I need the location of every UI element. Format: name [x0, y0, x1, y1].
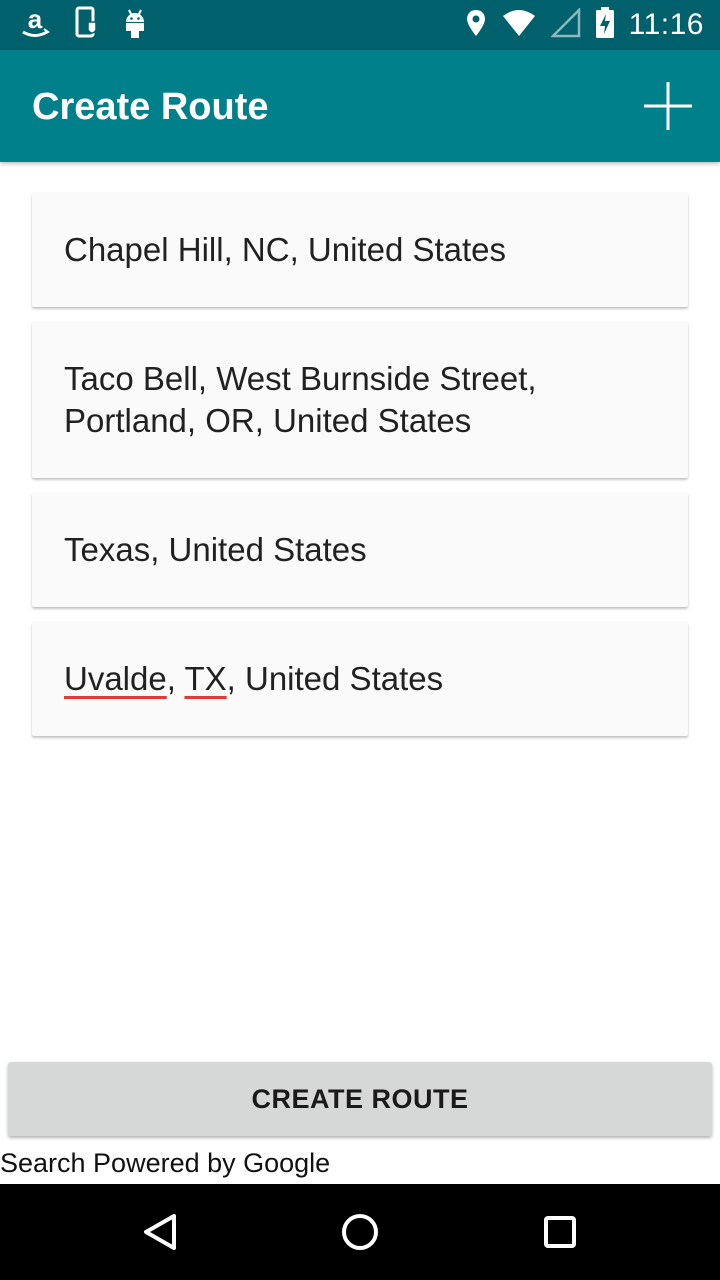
recents-icon: [544, 1216, 576, 1248]
clock: 11:16: [628, 8, 704, 41]
location-icon: [465, 8, 487, 43]
app-bar: Create Route: [0, 50, 720, 162]
home-button[interactable]: [336, 1208, 384, 1256]
spellcheck-word: Uvalde: [64, 660, 167, 697]
location-text: Taco Bell, West Burnside Street, Portlan…: [64, 358, 537, 442]
phone-shield-icon: [74, 6, 100, 45]
location-text-line: Taco Bell, West Burnside Street,: [64, 360, 537, 397]
location-list: Chapel Hill, NC, United States Taco Bell…: [32, 193, 688, 751]
location-text: Chapel Hill, NC, United States: [64, 231, 507, 268]
location-card[interactable]: Uvalde, TX, United States: [32, 622, 688, 736]
back-button[interactable]: [136, 1208, 184, 1256]
add-location-button[interactable]: [640, 78, 696, 134]
location-card[interactable]: Texas, United States: [32, 493, 688, 607]
battery-charging-icon: [595, 6, 615, 44]
location-text[interactable]: Uvalde, TX, United States: [64, 658, 443, 700]
add-icon: [644, 82, 692, 130]
wifi-icon: [501, 8, 537, 43]
spellcheck-word: TX: [184, 660, 227, 697]
signal-icon: [549, 6, 581, 43]
location-card[interactable]: Chapel Hill, NC, United States: [32, 193, 688, 307]
create-route-button[interactable]: CREATE ROUTE: [8, 1062, 712, 1136]
android-icon: [122, 6, 148, 45]
amazon-icon: a: [18, 4, 52, 45]
back-icon: [144, 1214, 176, 1250]
recents-button[interactable]: [536, 1208, 584, 1256]
notification-icons: a: [18, 4, 148, 45]
location-text-rest: , United States: [226, 660, 444, 697]
separator: ,: [166, 660, 185, 697]
location-text: Texas, United States: [64, 531, 367, 568]
svg-text:a: a: [28, 6, 43, 34]
location-text-line: Portland, OR, United States: [64, 402, 472, 439]
home-icon: [342, 1214, 378, 1250]
location-card[interactable]: Taco Bell, West Burnside Street, Portlan…: [32, 322, 688, 478]
google-attribution: Search Powered by Google: [0, 1148, 331, 1178]
status-bar: a 11:16: [0, 0, 720, 50]
page-title: Create Route: [32, 86, 269, 128]
system-status: 11:16: [465, 6, 704, 44]
navigation-bar: [0, 1184, 720, 1280]
